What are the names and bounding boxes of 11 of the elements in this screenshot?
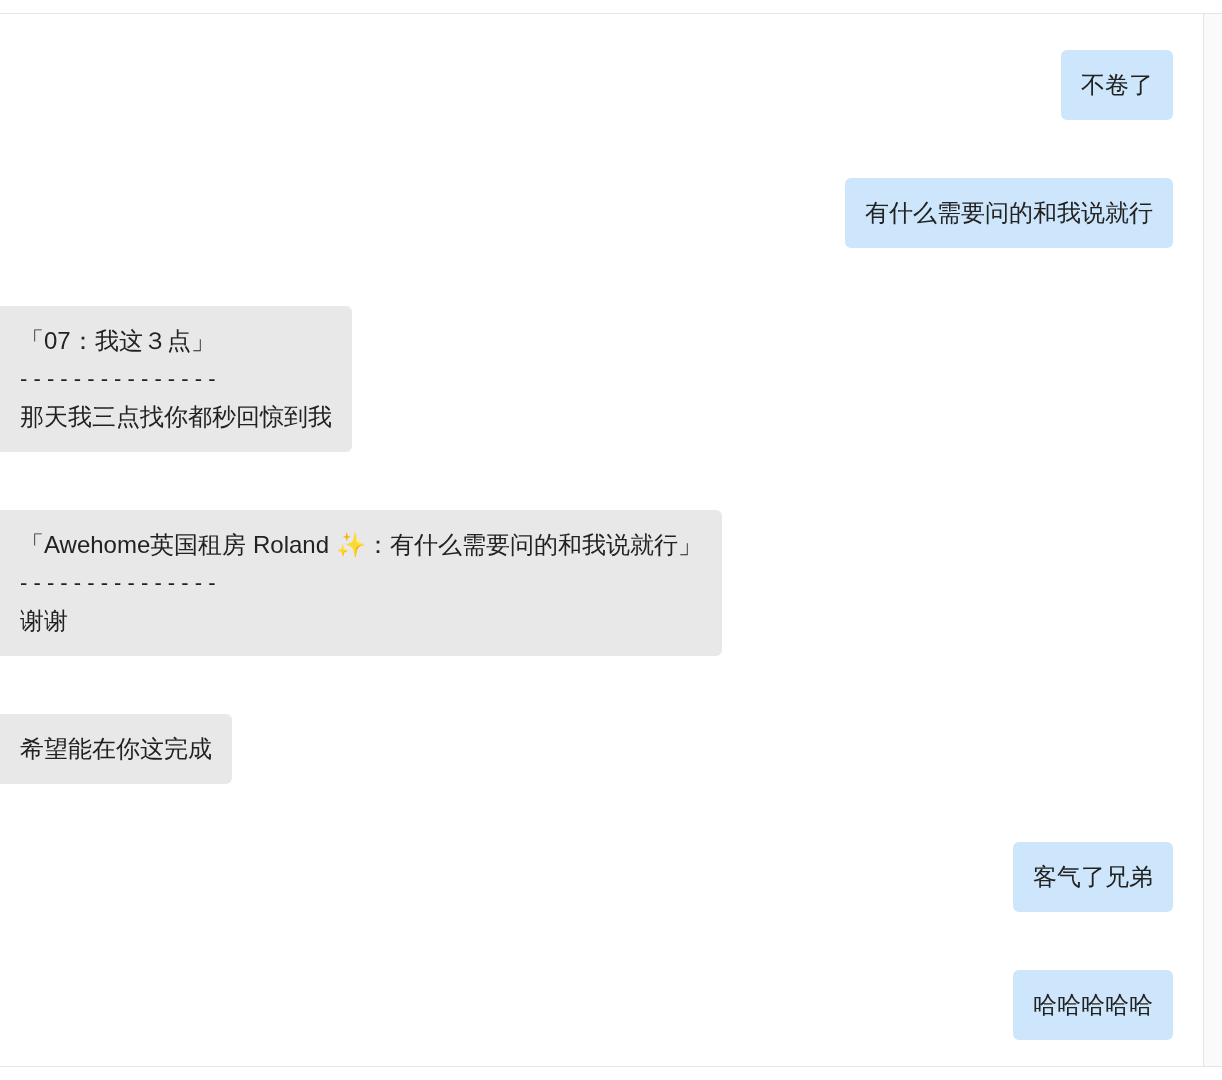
quote-separator: - - - - - - - - - - - - - - - <box>20 365 217 393</box>
message-text: 谢谢 <box>20 606 69 636</box>
message-text: 哈哈哈哈哈 <box>1033 990 1153 1020</box>
message-text: 有什么需要问的和我说就行 <box>865 198 1153 228</box>
message-text: 那天我三点找你都秒回惊到我 <box>20 402 332 432</box>
message-text: 希望能在你这完成 <box>20 734 212 764</box>
message-text: 客气了兄弟 <box>1033 862 1153 892</box>
quoted-message: 「Awehome英国租房 Roland ✨：有什么需要问的和我说就行」 <box>20 530 702 560</box>
quote-separator: - - - - - - - - - - - - - - - <box>20 569 217 597</box>
quoted-message: 「07：我这３点」 <box>20 326 216 356</box>
message-text: 不卷了 <box>1081 70 1153 100</box>
